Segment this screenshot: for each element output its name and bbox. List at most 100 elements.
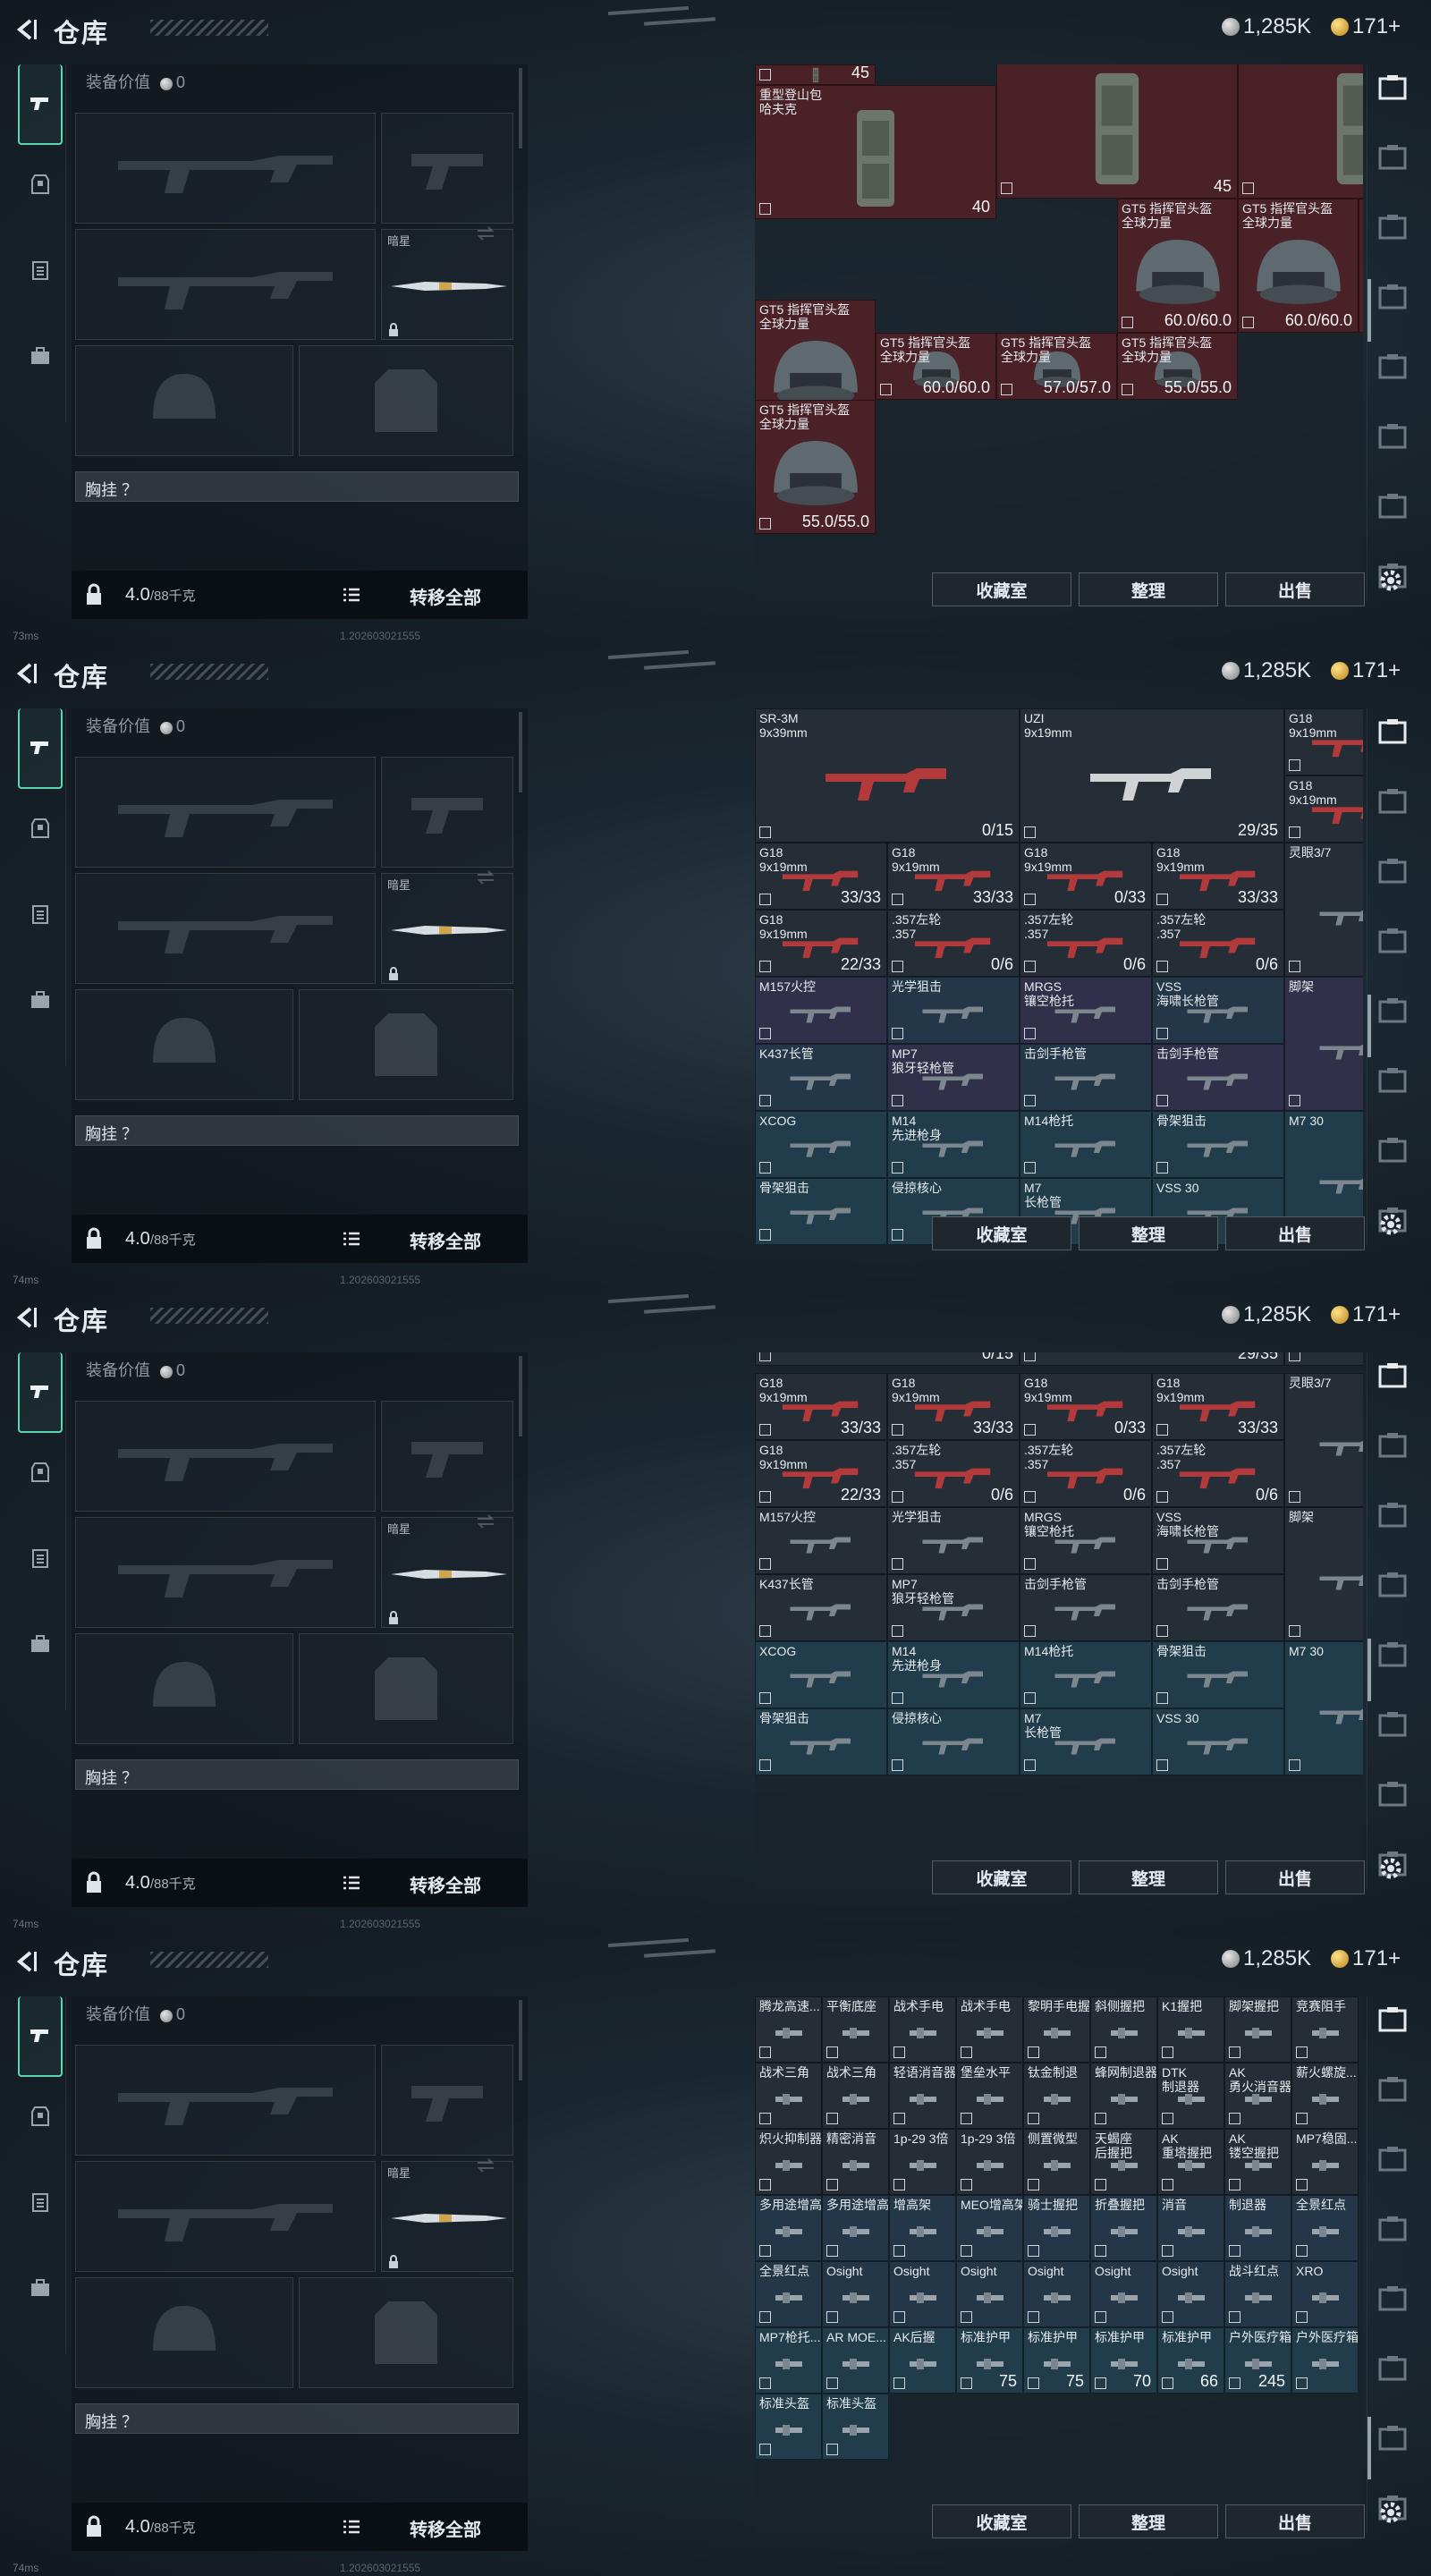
storage-page-tab-icon[interactable] (1376, 1499, 1409, 1531)
helmet-slot[interactable] (75, 989, 293, 1100)
secondary-weapon-slot[interactable] (75, 2161, 376, 2272)
storage-item[interactable]: G18 9x19mm 33/33 (755, 843, 887, 910)
chest-rig-slot[interactable]: 胸挂 ？ (75, 1115, 519, 1146)
storage-item[interactable]: 光学狙击 (887, 1506, 1020, 1574)
sell-button[interactable]: 出售 (1225, 572, 1365, 606)
storage-item[interactable]: M157火控 (755, 1506, 887, 1574)
storage-item[interactable]: M14枪托 (1020, 1640, 1152, 1708)
armor-slot[interactable] (299, 2277, 513, 2388)
primary-weapon-slot[interactable] (75, 2045, 376, 2156)
storage-item[interactable]: XCOG (755, 1111, 887, 1178)
storage-item[interactable]: VSS 海啸长枪管 (1152, 1506, 1284, 1574)
storage-page-tab-icon[interactable] (1376, 281, 1409, 313)
storage-page-tab-icon[interactable] (1376, 420, 1409, 453)
storage-item[interactable]: K1握把 (1157, 1996, 1224, 2063)
melee-slot[interactable]: 暗星 (381, 226, 513, 340)
storage-page-tab-icon[interactable] (1376, 2004, 1409, 2036)
gear-icon[interactable] (1377, 2499, 1404, 2526)
primary-weapon-slot[interactable] (75, 1401, 376, 1512)
storage-item[interactable]: 平衡底座 (822, 1996, 889, 2063)
back-arrow-icon[interactable] (13, 18, 39, 41)
storage-page-tab-icon[interactable] (1376, 72, 1409, 104)
storage-item[interactable]: M14 先进枪身 (887, 1111, 1020, 1178)
storage-item[interactable]: M157火控 (755, 977, 887, 1044)
storage-item[interactable]: 灵眼3/7 (1284, 1372, 1363, 1507)
tab-vest[interactable] (18, 1537, 63, 1580)
tab-weapons[interactable] (18, 1996, 63, 2077)
storage-item[interactable]: G18 9x19mm 0/33 (1020, 843, 1152, 910)
storage-page-tab-icon[interactable] (1376, 211, 1409, 243)
gold-currency[interactable]: 171+ (1331, 14, 1401, 39)
storage-scrollbar[interactable] (1367, 279, 1371, 342)
storage-item[interactable]: .357左轮 .357 0/6 (1020, 1439, 1152, 1507)
storage-page-tab-icon[interactable] (1376, 925, 1409, 957)
tab-weapons[interactable] (18, 1352, 63, 1433)
sell-button[interactable]: 出售 (1225, 1216, 1365, 1250)
gold-currency[interactable]: 171+ (1331, 1302, 1401, 1327)
storage-item[interactable]: 击剑手枪管 (1152, 1573, 1284, 1641)
transfer-all-button[interactable]: 转移全部 (410, 2515, 481, 2541)
storage-item[interactable]: 光学狙击 (887, 977, 1020, 1044)
storage-item[interactable]: K437长管 (755, 1044, 887, 1111)
storage-item[interactable]: GT5 指挥官头盔 全球力量 55.0/55.0 (755, 400, 876, 534)
storage-item[interactable]: 骑士握把 (1023, 2195, 1090, 2261)
storage-item[interactable]: 重型登山包 哈夫克 40 (755, 84, 996, 219)
melee-slot[interactable]: 暗星 (381, 2158, 513, 2272)
storage-item[interactable]: 脚架 (1284, 977, 1363, 1111)
storage-item[interactable]: AK后握 (889, 2327, 956, 2394)
swap-icon[interactable] (475, 869, 496, 886)
storage-item[interactable]: G18 9x19mm 22/33 (755, 1439, 887, 1507)
storage-item[interactable]: Osight (1157, 2261, 1224, 2327)
storage-item[interactable]: G18 9x19mm 22/33 (755, 910, 887, 977)
storage-page-tab-icon[interactable] (1376, 141, 1409, 174)
storage-item[interactable]: XCOG (755, 1640, 887, 1708)
storage-item[interactable]: 击剑手枪管 (1020, 1044, 1152, 1111)
storage-item[interactable]: SR-3M 9x39mm 0/15 (755, 708, 1020, 843)
transfer-all-button[interactable]: 转移全部 (410, 1871, 481, 1897)
helmet-slot[interactable] (75, 1633, 293, 1744)
storage-item[interactable]: 骨架狙击 (1152, 1111, 1284, 1178)
chest-rig-slot[interactable]: 胸挂 ？ (75, 2403, 519, 2434)
equipment-scrollbar[interactable] (519, 1356, 522, 1436)
back-arrow-icon[interactable] (13, 1306, 39, 1329)
list-icon[interactable] (342, 1875, 361, 1891)
storage-item[interactable]: MP7稳固... (1291, 2129, 1359, 2195)
storage-page-tab-icon[interactable] (1376, 1569, 1409, 1601)
storage-item[interactable]: 骨架狙击 (1152, 1640, 1284, 1708)
storage-page-tab-icon[interactable] (1376, 2143, 1409, 2175)
storage-item[interactable]: 增高架 (889, 2195, 956, 2261)
tab-vest[interactable] (18, 893, 63, 936)
chest-rig-slot[interactable]: 胸挂 ？ (75, 471, 519, 502)
storage-item[interactable]: 脚架 (1284, 1506, 1363, 1641)
storage-page-tab-icon[interactable] (1376, 2073, 1409, 2106)
storage-item[interactable]: MP7 狼牙轻枪管 (887, 1044, 1020, 1111)
storage-item[interactable]: G18 9x19mm 33/33 (887, 843, 1020, 910)
storage-scrollbar[interactable] (1367, 2417, 1371, 2479)
gear-icon[interactable] (1377, 1211, 1404, 1238)
storage-item[interactable]: MRGS 镶空枪托 (1020, 977, 1152, 1044)
storage-item[interactable]: 9x19mm33/33 (1284, 1352, 1363, 1366)
storage-item[interactable]: MP7 狼牙轻枪管 (887, 1573, 1020, 1641)
storage-item[interactable]: 骨架狙击 (755, 1707, 887, 1775)
tab-armor[interactable] (18, 1451, 63, 1494)
storage-item[interactable]: MRGS 镶空枪托 (1020, 1506, 1152, 1574)
storage-page-tab-icon[interactable] (1376, 1639, 1409, 1671)
storage-item[interactable]: AK 勇火消音器 (1224, 2063, 1291, 2129)
helmet-slot[interactable] (75, 2277, 293, 2388)
storage-item[interactable]: MEO增高架 (956, 2195, 1023, 2261)
storage-page-tab-icon[interactable] (1376, 2352, 1409, 2385)
storage-item[interactable]: GT5 指挥官头盔 全球力量 57.0/57.0 (996, 333, 1117, 400)
storage-item[interactable]: 战术手电 (956, 1996, 1023, 2063)
storage-page-tab-icon[interactable] (1376, 1429, 1409, 1462)
tab-backpack[interactable] (18, 335, 63, 377)
storage-item[interactable]: 击剑手枪管 (1020, 1573, 1152, 1641)
storage-item[interactable]: .357左轮 .357 0/6 (887, 1439, 1020, 1507)
storage-item[interactable]: 腾龙高速... (755, 1996, 822, 2063)
storage-item[interactable]: GT5 指挥官头盔 全球力量 55.0/55.0 (1117, 333, 1238, 400)
pistol-slot[interactable] (381, 1401, 513, 1512)
melee-slot[interactable]: 暗星 (381, 870, 513, 984)
helmet-slot[interactable] (75, 345, 293, 456)
storage-page-tab-icon[interactable] (1376, 2283, 1409, 2315)
storage-item[interactable]: UZI 9x19mm 29/35 (1020, 708, 1284, 843)
storage-page-tab-icon[interactable] (1376, 1064, 1409, 1097)
